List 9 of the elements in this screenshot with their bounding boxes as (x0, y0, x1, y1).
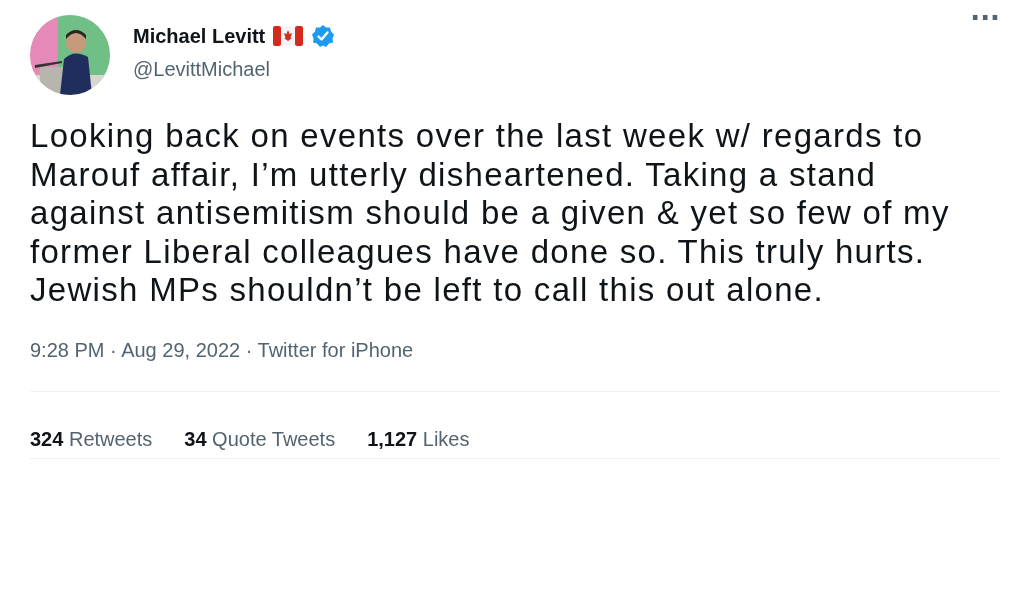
tweet-timestamp[interactable]: 9:28 PM · Aug 29, 2022 · Twitter for iPhone (30, 336, 1000, 363)
author-name[interactable]: Michael Levitt (133, 23, 266, 49)
flag-icon (273, 26, 304, 46)
stat-link[interactable]: 1,127 Likes (367, 425, 470, 452)
tweet-text: Looking back on events over the last week w/ regards to Marouf affair, I’m utterly disheartened. Taking a stand against antisemitism should be a given & yet so few of my former Liberal colleagues have done so. This truly hurts. Jewish MPs shouldn’t be left to call this out alone. (30, 117, 951, 310)
stat-link[interactable]: 34 Quote Tweets (184, 425, 336, 452)
author-handle[interactable]: @LevittMichael (133, 57, 271, 81)
stat-link[interactable]: 324 Retweets (30, 425, 153, 452)
more-menu-button[interactable]: ··· (970, 3, 1000, 33)
